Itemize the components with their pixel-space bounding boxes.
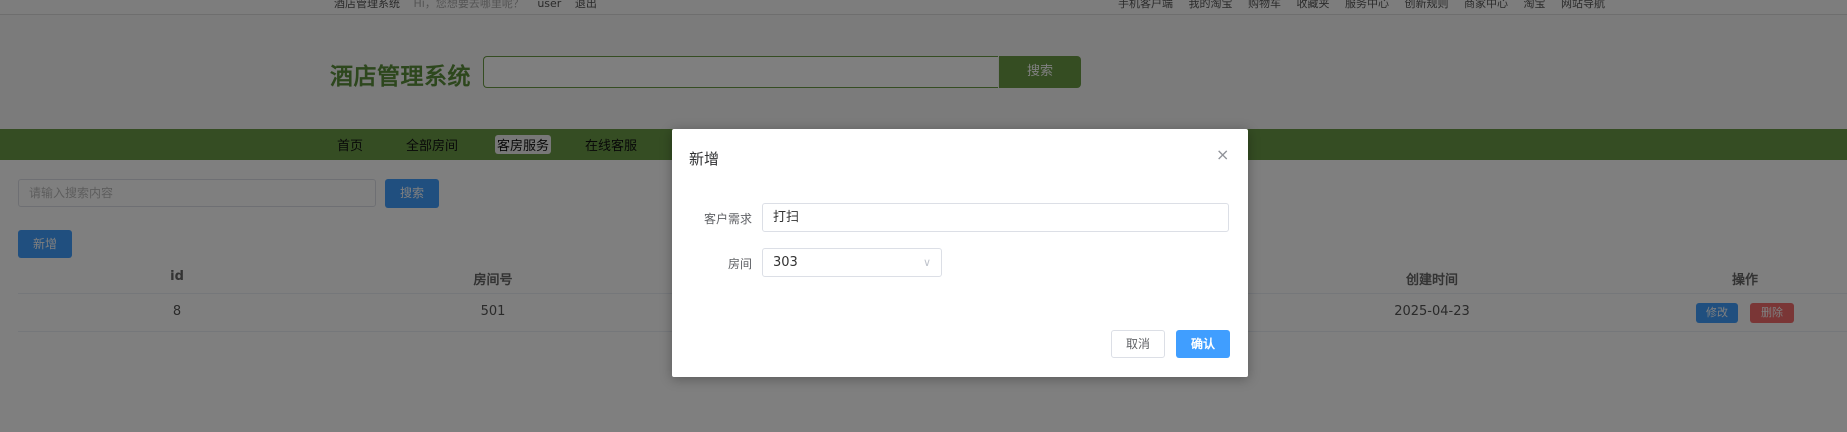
requirement-label: 客户需求 [703,212,752,226]
dialog-title: 新增 [689,150,720,168]
room-select-value: 303 [773,255,798,270]
room-select[interactable]: 303 ∨ [762,248,942,277]
cancel-button[interactable]: 取消 [1111,330,1165,358]
chevron-down-icon: ∨ [922,256,931,269]
room-label: 房间 [727,257,752,271]
requirement-input[interactable]: 打扫 [762,203,1229,232]
close-icon[interactable]: × [1216,147,1229,163]
confirm-button[interactable]: 确认 [1176,330,1230,358]
add-dialog: 新增 × 客户需求 打扫 房间 303 ∨ 取消 确认 [672,129,1248,377]
